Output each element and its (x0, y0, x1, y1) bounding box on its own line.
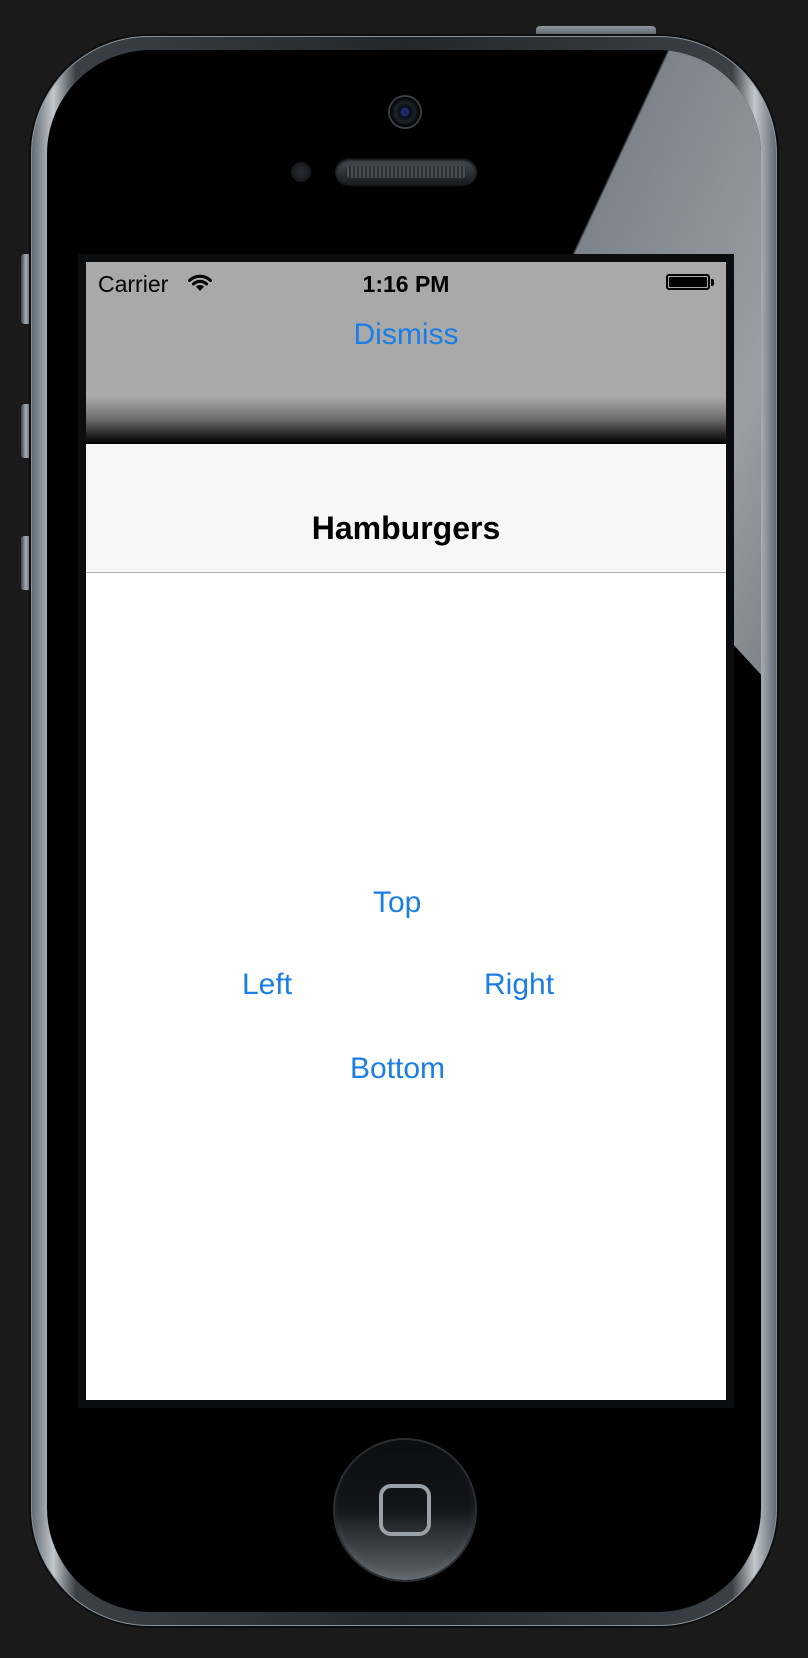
earpiece-speaker-icon (335, 158, 477, 186)
simulator-stage: Carrier 1:16 PM Dismiss Hamburgers Top L… (0, 0, 808, 1658)
mute-switch[interactable] (21, 254, 31, 324)
navigation-bar: Hamburgers (86, 444, 726, 573)
proximity-sensor-icon (291, 162, 311, 182)
battery-full-icon (666, 274, 714, 290)
bottom-button[interactable]: Bottom (350, 1052, 445, 1086)
direction-buttons-view: Top Left Right Bottom (86, 573, 726, 1400)
volume-down-button[interactable] (21, 536, 31, 590)
right-button[interactable]: Right (484, 968, 554, 1002)
top-button[interactable]: Top (373, 886, 421, 920)
home-square-icon (379, 1484, 431, 1536)
left-button[interactable]: Left (242, 968, 292, 1002)
page-title: Hamburgers (311, 510, 501, 546)
battery-nub (711, 279, 714, 286)
battery-level-fill (669, 277, 707, 287)
presenting-view-header: Carrier 1:16 PM Dismiss (86, 262, 726, 444)
status-bar: Carrier 1:16 PM (86, 262, 726, 302)
volume-up-button[interactable] (21, 404, 31, 458)
status-time: 1:16 PM (362, 271, 450, 297)
device-screen: Carrier 1:16 PM Dismiss Hamburgers Top L… (86, 262, 726, 1400)
dismiss-button[interactable]: Dismiss (86, 318, 726, 352)
home-button[interactable] (335, 1440, 475, 1580)
front-camera-icon (390, 97, 420, 127)
